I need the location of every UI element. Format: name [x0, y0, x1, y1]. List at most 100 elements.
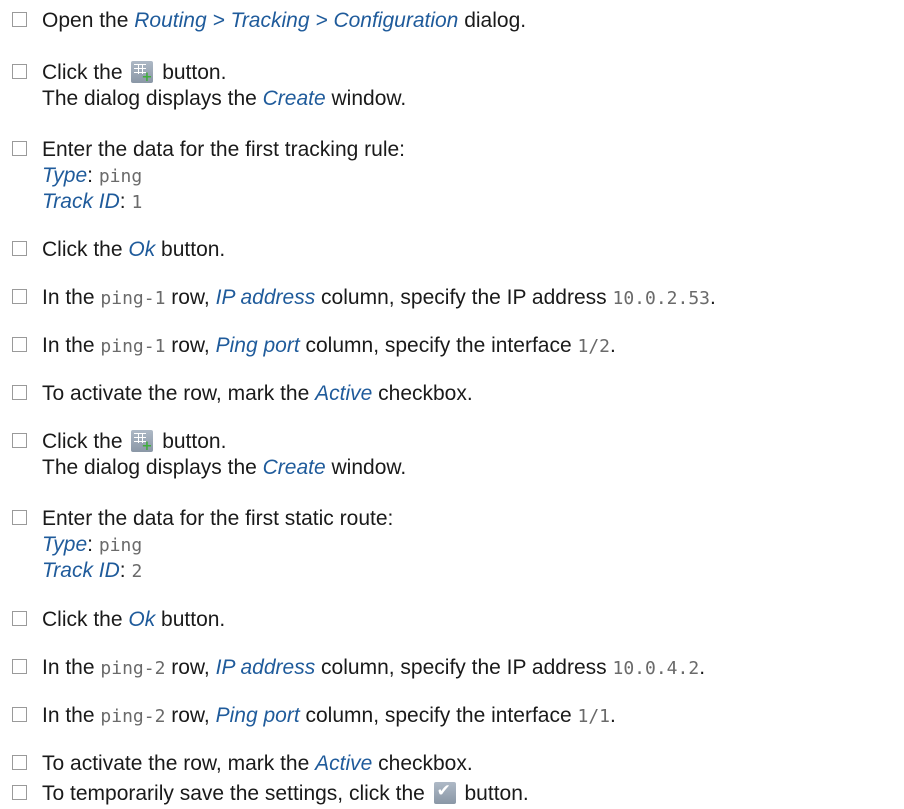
text-run: : [119, 190, 132, 213]
step-text: In the ping-2 row, Ping port column, spe… [42, 703, 616, 729]
step-item: Click the button.The dialog displays the… [12, 60, 406, 112]
step-line: Open the Routing > Tracking > Configurat… [42, 8, 526, 34]
step-checkbox[interactable] [12, 659, 27, 674]
ui-term: Create [262, 87, 326, 110]
code-value: ping [98, 535, 143, 556]
text-run: button. [156, 61, 227, 84]
step-item: In the ping-1 row, IP address column, sp… [12, 285, 716, 311]
step-line: Click the Ok button. [42, 237, 225, 263]
step-checkbox[interactable] [12, 433, 27, 448]
step-checkbox[interactable] [12, 64, 27, 79]
step-checkbox[interactable] [12, 12, 27, 27]
step-item: Click the Ok button. [12, 607, 225, 633]
code-value: 2 [131, 561, 143, 582]
ui-term: Ping port [215, 704, 300, 727]
step-line: Track ID: 1 [42, 189, 405, 215]
step-text: Click the button.The dialog displays the… [42, 60, 406, 112]
step-item: To activate the row, mark the Active che… [12, 381, 473, 407]
code-value: ping-2 [100, 658, 166, 679]
step-item: Enter the data for the first tracking ru… [12, 137, 405, 215]
ui-term: Ok [128, 608, 156, 631]
text-run: Click the [42, 61, 129, 84]
step-item: In the ping-1 row, Ping port column, spe… [12, 333, 616, 359]
text-run: To temporarily save the settings, click … [42, 782, 431, 805]
step-checkbox[interactable] [12, 385, 27, 400]
step-text: Enter the data for the first static rout… [42, 506, 393, 584]
ui-term: Type [42, 533, 88, 556]
step-line: In the ping-1 row, IP address column, sp… [42, 285, 716, 311]
step-line: In the ping-2 row, IP address column, sp… [42, 655, 705, 681]
step-text: In the ping-2 row, IP address column, sp… [42, 655, 705, 681]
code-value: 1/2 [577, 336, 610, 357]
text-run: Click the [42, 430, 129, 453]
step-text: Open the Routing > Tracking > Configurat… [42, 8, 526, 34]
step-checkbox[interactable] [12, 707, 27, 722]
text-run: To activate the row, mark the [42, 752, 316, 775]
ui-term: Type [42, 164, 88, 187]
text-run: : [119, 559, 132, 582]
step-line: The dialog displays the Create window. [42, 86, 406, 112]
step-checkbox[interactable] [12, 755, 27, 770]
step-checkbox[interactable] [12, 510, 27, 525]
step-line: The dialog displays the Create window. [42, 455, 406, 481]
step-text: To activate the row, mark the Active che… [42, 751, 473, 777]
ui-term: Track ID [42, 190, 120, 213]
step-checkbox[interactable] [12, 141, 27, 156]
text-run: The dialog displays the [42, 87, 263, 110]
step-item: Enter the data for the first static rout… [12, 506, 393, 584]
step-checkbox[interactable] [12, 241, 27, 256]
text-run: In the [42, 334, 101, 357]
ui-term: Ping port [215, 334, 300, 357]
ui-term: Routing > Tracking > Configuration [134, 9, 459, 32]
text-run: button. [155, 238, 226, 261]
step-line: To activate the row, mark the Active che… [42, 381, 473, 407]
text-run: column, specify the interface [299, 334, 578, 357]
code-value: ping-1 [100, 288, 166, 309]
step-item: To temporarily save the settings, click … [12, 781, 529, 807]
step-text: Click the Ok button. [42, 607, 225, 633]
text-run: In the [42, 656, 101, 679]
ui-term: IP address [215, 656, 316, 679]
step-line: Enter the data for the first static rout… [42, 506, 393, 532]
code-value: 1 [131, 192, 143, 213]
text-run: column, specify the IP address [315, 286, 613, 309]
text-run: button. [155, 608, 226, 631]
code-value: 10.0.2.53 [612, 288, 711, 309]
code-value: 1/1 [577, 706, 610, 727]
ui-term: Active [315, 382, 373, 405]
text-run: In the [42, 704, 101, 727]
step-checkbox[interactable] [12, 611, 27, 626]
step-checkbox[interactable] [12, 337, 27, 352]
step-line: In the ping-1 row, Ping port column, spe… [42, 333, 616, 359]
code-value: ping-1 [100, 336, 166, 357]
text-run: column, specify the IP address [315, 656, 613, 679]
step-checkbox[interactable] [12, 785, 27, 800]
text-run: row, [165, 334, 216, 357]
ui-term: Track ID [42, 559, 120, 582]
text-run: . [699, 656, 706, 679]
step-checkbox[interactable] [12, 289, 27, 304]
ui-term: IP address [215, 286, 316, 309]
step-line: Track ID: 2 [42, 558, 393, 584]
step-text: Click the button.The dialog displays the… [42, 429, 406, 481]
text-run: . [710, 286, 716, 309]
text-run: dialog. [458, 9, 527, 32]
step-line: Type: ping [42, 532, 393, 558]
step-line: To temporarily save the settings, click … [42, 781, 529, 807]
step-text: Enter the data for the first tracking ru… [42, 137, 405, 215]
text-run: Click the [42, 238, 129, 261]
step-text: In the ping-1 row, Ping port column, spe… [42, 333, 616, 359]
step-text: In the ping-1 row, IP address column, sp… [42, 285, 716, 311]
step-item: Click the Ok button. [12, 237, 225, 263]
step-text: To temporarily save the settings, click … [42, 781, 529, 807]
text-run: Open the [42, 9, 135, 32]
add-table-row-icon [131, 430, 154, 454]
step-item: To activate the row, mark the Active che… [12, 751, 473, 777]
step-line: Click the button. [42, 429, 406, 455]
step-text: Click the Ok button. [42, 237, 225, 263]
text-run: Enter the data for the first tracking ru… [42, 138, 406, 161]
step-line: Enter the data for the first tracking ru… [42, 137, 405, 163]
text-run: : [87, 164, 99, 187]
ui-term: Active [315, 752, 373, 775]
step-line: To activate the row, mark the Active che… [42, 751, 473, 777]
